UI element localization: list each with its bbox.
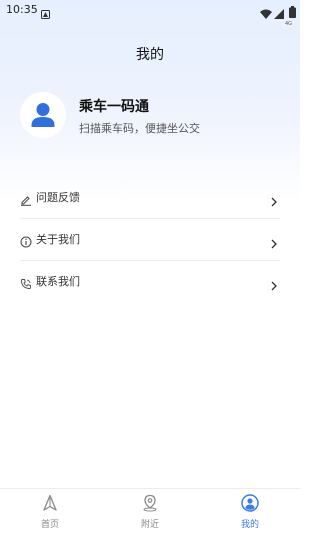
tab-home[interactable]: 首页 — [0, 489, 100, 533]
status-bar: 10:35 4G — [0, 0, 300, 27]
chevron-right-icon — [270, 276, 278, 291]
edit-icon — [20, 191, 32, 206]
chevron-right-icon — [270, 192, 278, 207]
bottom-nav: 首页 附近 我的 — [0, 488, 300, 533]
menu-item-label: 联系我们 — [36, 275, 80, 288]
user-circle-icon — [241, 494, 259, 512]
notification-icon — [41, 4, 50, 23]
user-avatar-icon — [31, 103, 55, 127]
tab-label: 首页 — [40, 520, 59, 530]
menu-item-about[interactable]: 关于我们 — [20, 219, 280, 261]
menu-item-label: 问题反馈 — [36, 191, 80, 204]
location-pin-icon — [143, 494, 157, 512]
tab-label: 我的 — [240, 520, 259, 530]
menu-item-contact[interactable]: 联系我们 — [20, 261, 280, 302]
page-title: 我的 — [136, 47, 164, 63]
network-speed-badge: 4G — [282, 21, 294, 27]
profile-subtitle: 扫描乘车码，便捷坐公交 — [79, 122, 200, 135]
avatar[interactable] — [20, 92, 66, 138]
menu-item-feedback[interactable]: 问题反馈 — [20, 177, 280, 219]
tab-label: 附近 — [140, 520, 159, 530]
profile-card[interactable]: 乘车一码通 扫描乘车码，便捷坐公交 — [20, 92, 280, 140]
settings-menu: 问题反馈 关于我们 联系我们 — [20, 177, 280, 302]
tab-nearby[interactable]: 附近 — [100, 489, 200, 533]
tab-mine[interactable]: 我的 — [200, 489, 300, 533]
chevron-right-icon — [270, 234, 278, 249]
battery-icon — [289, 3, 296, 22]
phone-icon — [20, 275, 32, 289]
menu-item-label: 关于我们 — [36, 233, 80, 246]
status-time: 10:35 — [6, 3, 38, 16]
wifi-icon — [260, 4, 272, 23]
navigation-arrow-icon — [43, 494, 57, 511]
info-icon — [20, 233, 32, 248]
profile-name: 乘车一码通 — [79, 99, 149, 115]
